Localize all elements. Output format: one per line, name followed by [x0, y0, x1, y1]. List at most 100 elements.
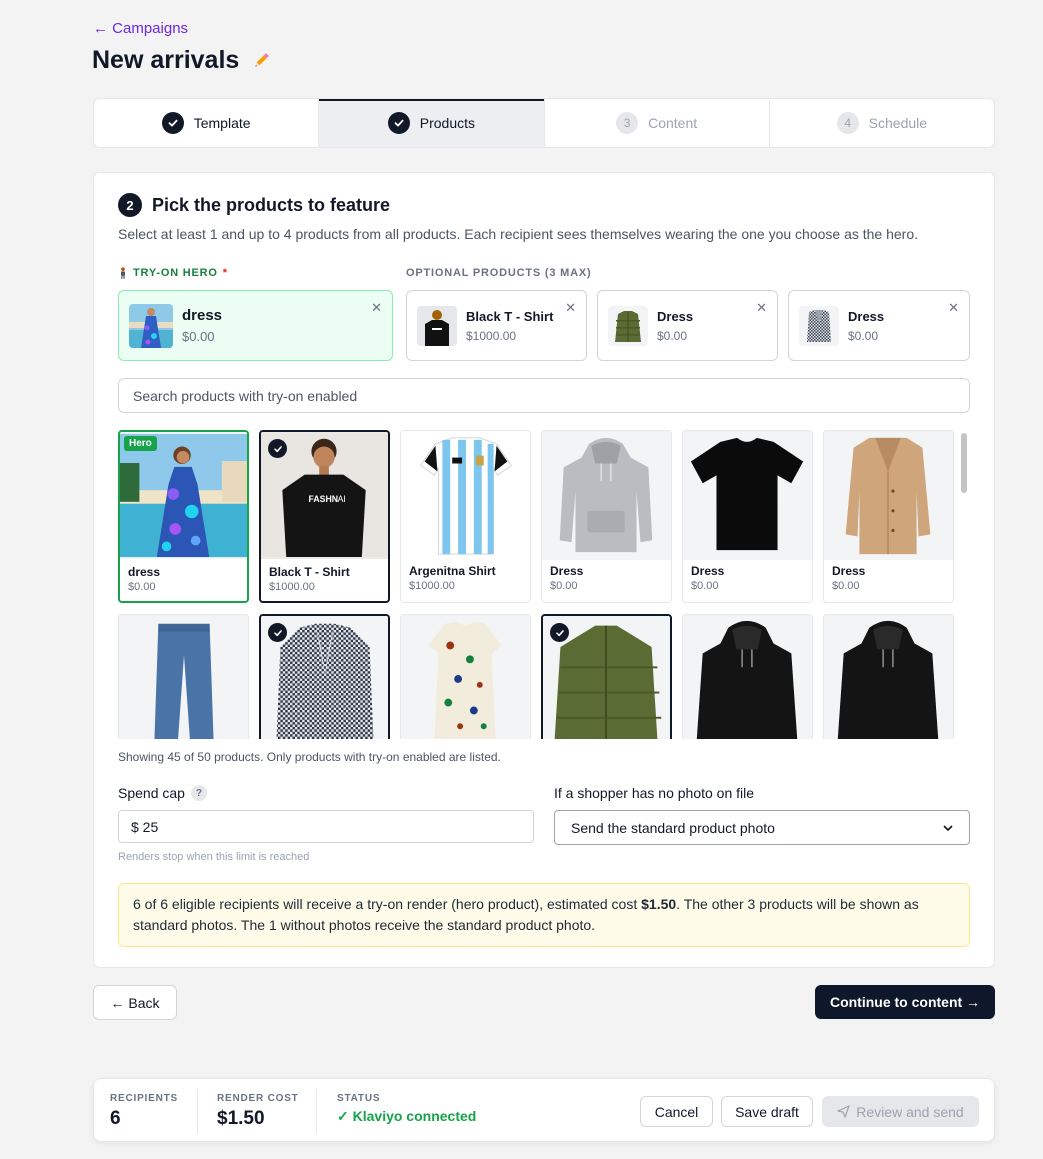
optional-product-slot[interactable]: Dress $0.00 ✕ — [788, 290, 970, 361]
step-label: Schedule — [868, 115, 928, 131]
divider — [197, 1089, 198, 1133]
step-schedule[interactable]: 4 Schedule — [770, 99, 994, 147]
product-image — [119, 615, 248, 739]
page-title: New arrivals — [92, 46, 240, 74]
product-thumbnail — [799, 305, 839, 346]
slot-product-price: $0.00 — [182, 329, 215, 344]
spend-cap-label: Spend cap ? — [118, 785, 207, 801]
product-image — [824, 615, 953, 739]
product-card[interactable]: FASHN AI Black T - Shirt $1000.00 — [259, 430, 390, 603]
grid-scrollbar[interactable] — [961, 433, 967, 493]
optional-product-slot[interactable]: Black T - Shirt $1000.00 ✕ — [406, 290, 587, 361]
check-icon — [161, 112, 184, 134]
product-card[interactable] — [682, 614, 813, 739]
recipients-stat: RECIPIENTS 6 — [110, 1093, 178, 1130]
hero-label: TRY-ON HERO * — [118, 267, 228, 279]
slot-product-price: $1000.00 — [466, 328, 517, 343]
slot-product-price: $0.00 — [848, 328, 879, 343]
product-info: Dress $0.00 — [691, 564, 724, 592]
product-image — [120, 432, 247, 559]
product-thumbnail — [417, 305, 457, 346]
product-price: $0.00 — [691, 580, 719, 592]
pencil-icon[interactable] — [251, 51, 271, 71]
save-draft-button[interactable]: Save draft — [721, 1096, 813, 1127]
product-search-input[interactable]: Search products with try-on enabled — [118, 378, 970, 413]
status-value: ✓ Klaviyo connected — [337, 1108, 477, 1124]
no-photo-label: If a shopper has no photo on file — [554, 785, 755, 801]
continue-to-content-button[interactable]: Continue to content → — [815, 985, 995, 1019]
product-card[interactable] — [118, 614, 249, 739]
step-template[interactable]: Template — [94, 99, 320, 147]
remove-icon[interactable]: ✕ — [565, 300, 576, 316]
product-image — [683, 615, 812, 739]
product-image — [824, 431, 953, 560]
optional-products-label: OPTIONAL PRODUCTS (3 MAX) — [406, 267, 592, 279]
render-cost-stat: RENDER COST $1.50 — [217, 1093, 299, 1130]
render-cost-label: RENDER COST — [217, 1093, 299, 1104]
check-icon — [387, 112, 410, 134]
slot-text: Black T - Shirt $1000.00 — [466, 309, 553, 343]
slot-product-name: Dress — [657, 308, 694, 324]
review-and-send-button[interactable]: Review and send — [822, 1096, 979, 1127]
product-thumbnail — [129, 303, 173, 348]
product-card[interactable]: Dress $0.00 — [541, 430, 672, 603]
remove-icon[interactable]: ✕ — [948, 300, 959, 316]
remove-icon[interactable]: ✕ — [756, 300, 767, 316]
remove-icon[interactable]: ✕ — [371, 300, 382, 316]
product-name: dress — [128, 565, 161, 579]
step-label: Template — [193, 115, 251, 131]
product-name: Black T - Shirt — [269, 565, 350, 579]
hero-product-slot[interactable]: dress $0.00 ✕ — [118, 290, 393, 361]
product-info: Argenitna Shirt $1000.00 — [409, 564, 496, 592]
step-number: 3 — [616, 112, 639, 134]
section-title: Pick the products to feature — [152, 194, 391, 215]
product-name: Dress — [832, 564, 866, 578]
product-grid: Hero dress $0.00 FASHN AI Black T - Shirt… — [118, 430, 970, 739]
chevron-down-icon — [943, 824, 953, 831]
hero-badge: Hero — [124, 436, 157, 451]
section-header: 2 Pick the products to feature — [118, 193, 390, 217]
product-name: Dress — [691, 564, 725, 578]
status-stat: STATUS ✓ Klaviyo connected — [337, 1093, 476, 1125]
section-description: Select at least 1 and up to 4 products f… — [118, 226, 919, 242]
page-title-row: New arrivals — [92, 46, 271, 75]
cancel-button[interactable]: Cancel — [640, 1096, 713, 1127]
product-picker-card: 2 Pick the products to feature Select at… — [93, 172, 995, 968]
step-label: Content — [648, 115, 698, 131]
slot-text: dress $0.00 — [182, 307, 222, 344]
no-photo-select[interactable]: Send the standard product photo — [554, 810, 970, 845]
spend-cap-input[interactable]: $ 25 — [118, 810, 534, 843]
step-label: Products — [419, 115, 475, 131]
product-card[interactable]: Argenitna Shirt $1000.00 — [400, 430, 531, 603]
svg-text:AI: AI — [338, 494, 346, 504]
product-card[interactable] — [400, 614, 531, 739]
step-content[interactable]: 3 Content — [545, 99, 770, 147]
required-marker: * — [222, 267, 228, 279]
section-number: 2 — [118, 193, 142, 217]
product-card[interactable]: Dress $0.00 — [823, 430, 954, 603]
product-card[interactable] — [259, 614, 390, 739]
recipients-value: 6 — [110, 1108, 121, 1129]
step-products[interactable]: Products — [319, 99, 545, 147]
check-icon — [268, 623, 287, 642]
back-button[interactable]: ← Back — [93, 985, 177, 1020]
slot-product-name: Dress — [848, 308, 885, 324]
step-progress: Template Products 3 Content 4 Schedule — [93, 98, 995, 148]
product-price: $0.00 — [128, 581, 156, 593]
product-card[interactable]: Dress $0.00 — [682, 430, 813, 603]
notice-cost: $1.50 — [641, 896, 677, 912]
check-icon — [550, 623, 569, 642]
product-card[interactable] — [541, 614, 672, 739]
optional-product-slot[interactable]: Dress $0.00 ✕ — [597, 290, 778, 361]
spend-cap-hint: Renders stop when this limit is reached — [118, 851, 310, 863]
back-to-campaigns-link[interactable]: ← Campaigns — [93, 20, 188, 37]
product-price: $1000.00 — [409, 580, 455, 592]
help-icon[interactable]: ? — [190, 785, 207, 801]
product-image — [401, 615, 530, 739]
review-and-send-label: Review and send — [856, 1103, 964, 1120]
slot-text: Dress $0.00 — [848, 309, 884, 343]
product-card[interactable] — [823, 614, 954, 739]
slot-product-name: Black T - Shirt — [466, 308, 554, 324]
product-card[interactable]: Hero dress $0.00 — [118, 430, 249, 603]
slot-product-name: dress — [182, 307, 223, 324]
